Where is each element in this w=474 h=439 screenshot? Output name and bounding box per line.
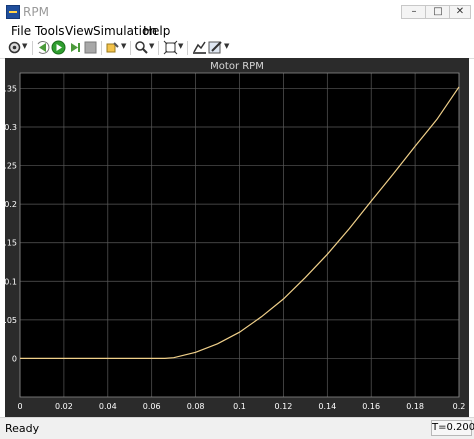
scope-plot[interactable]: 0 0.02 0.04 0.06 0.08 0.1 0.12 0.14 0.16 0.18 0.2 0… [5,58,469,417]
settings-dropdown-icon[interactable]: ▼ [22,42,27,50]
x-tick-label: 0 [17,402,22,411]
x-tick-label: 0.1 [233,402,246,411]
time-readout: T=0.200 [431,420,474,436]
style-dropdown-icon[interactable]: ▼ [224,42,229,50]
stop-icon[interactable] [83,40,98,55]
zoom-icon[interactable] [134,40,149,55]
menu-tools[interactable]: Tools [35,24,65,38]
x-tick-label: 0.2 [453,402,466,411]
style-icon[interactable] [208,40,223,55]
status-text: Ready [5,422,40,435]
toolbar-separator [101,41,102,55]
y-tick-label: 0.2 [5,200,17,209]
menu-view[interactable]: View [65,24,93,38]
highlight-icon[interactable] [105,40,120,55]
status-bar: Ready T=0.200 [0,417,474,439]
y-tick-label: 0.3 [5,123,17,132]
x-tick-label: 0.06 [143,402,161,411]
y-tick-label: 0.05 [5,316,17,325]
zoom-dropdown-icon[interactable]: ▼ [149,42,154,50]
x-tick-label: 0.04 [99,402,117,411]
fit-icon[interactable] [163,40,178,55]
chart-title: Motor RPM [210,61,264,72]
toolbar-separator [158,41,159,55]
y-tick-label: 0.35 [5,84,17,93]
title-bar: RPM – □ ✕ [0,0,474,24]
close-button[interactable]: ✕ [449,5,471,19]
highlight-dropdown-icon[interactable]: ▼ [121,42,126,50]
toolbar-separator [187,41,188,55]
step-forward-icon[interactable] [67,40,82,55]
fit-dropdown-icon[interactable]: ▼ [178,42,183,50]
y-tick-label: 0.15 [5,239,17,248]
y-tick-label: 0 [12,354,17,363]
minimize-button[interactable]: – [401,5,427,19]
toolbar-separator [130,41,131,55]
step-back-icon[interactable] [36,40,51,55]
x-tick-label: 0.16 [362,402,380,411]
cursor-measure-icon[interactable] [192,40,207,55]
maximize-button[interactable]: □ [425,5,451,19]
settings-icon[interactable] [7,40,22,55]
window-title: RPM [23,5,49,19]
menu-bar: File Tools View Simulation Help [0,23,474,38]
x-tick-label: 0.08 [187,402,205,411]
app-icon [6,5,20,19]
run-icon[interactable] [51,40,66,55]
motor-rpm-chart: 0 0.02 0.04 0.06 0.08 0.1 0.12 0.14 0.16 0.18 0.2 0… [5,61,466,411]
x-tick-label: 0.14 [318,402,336,411]
x-tick-label: 0.12 [274,402,292,411]
toolbar-separator [32,41,33,55]
y-tick-label: 0.1 [5,277,17,286]
y-tick-label: 0.25 [5,162,17,171]
toolbar: ▼ ▼ ▼ ▼ ▼ [0,38,474,59]
x-tick-label: 0.02 [55,402,73,411]
x-tick-label: 0.18 [406,402,424,411]
menu-help[interactable]: Help [143,24,170,38]
menu-file[interactable]: File [11,24,31,38]
